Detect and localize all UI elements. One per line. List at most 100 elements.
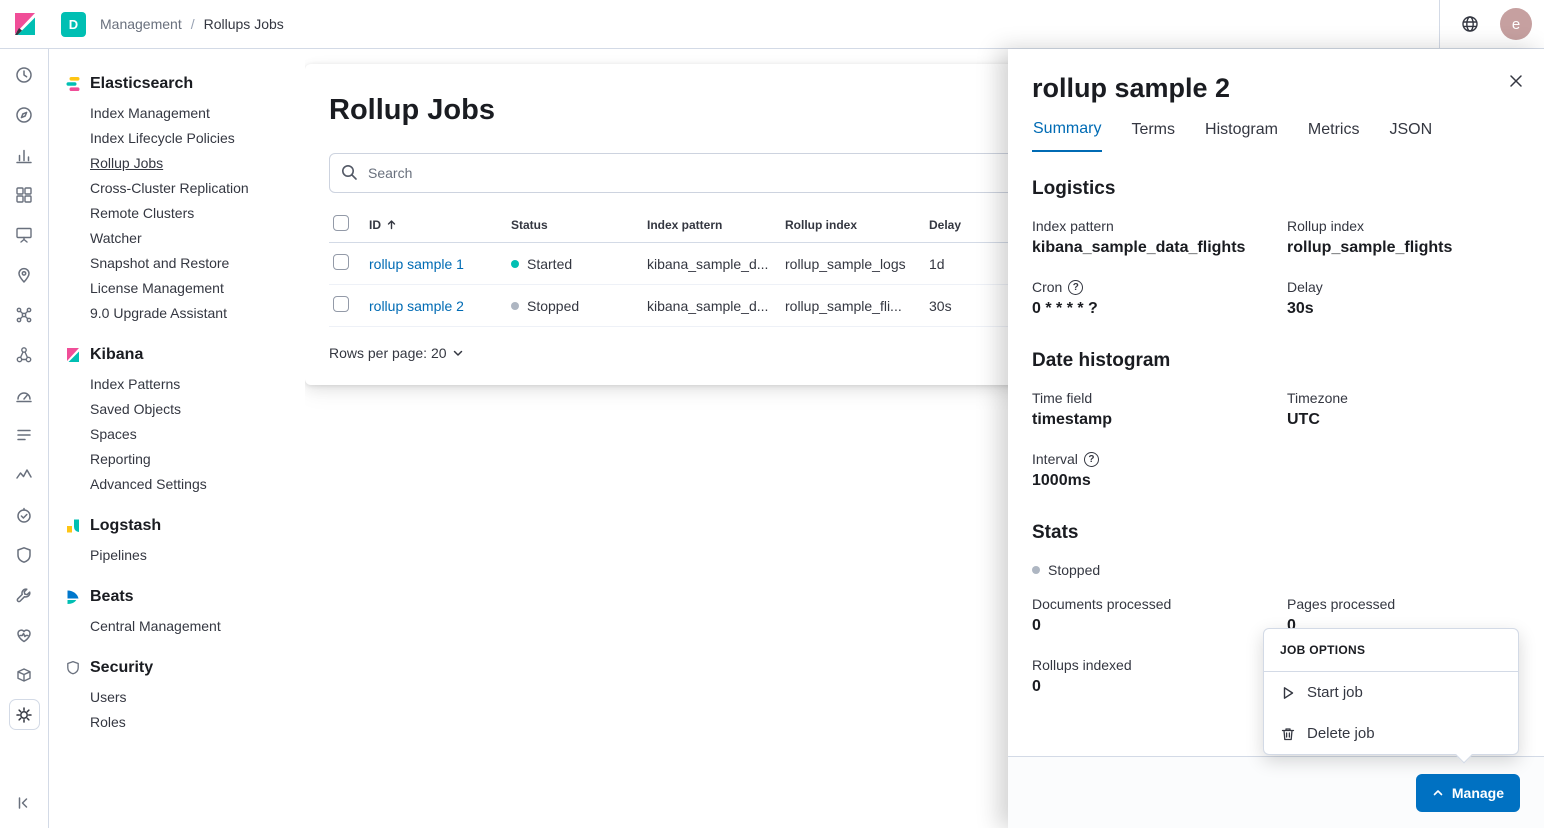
nav-item-rollup-jobs[interactable]: Rollup Jobs (90, 151, 297, 176)
security-app-icon[interactable] (9, 539, 40, 570)
field-value: rollup_sample_flights (1287, 239, 1453, 256)
nav-section-logstash: Logstash Pipelines (65, 507, 297, 568)
kibana-logo-icon (14, 13, 35, 35)
nav-item-license-management[interactable]: License Management (90, 276, 297, 301)
cron-help-icon[interactable]: ? (1068, 279, 1084, 295)
stats-status: Stopped (1032, 562, 1520, 578)
nav-item-saved-objects[interactable]: Saved Objects (90, 397, 297, 422)
logistics-grid: Index pattern kibana_sample_data_flights… (1032, 218, 1520, 318)
breadcrumb-management[interactable]: Management (100, 16, 182, 32)
field-label: Pages processed (1287, 596, 1396, 612)
graph-icon[interactable] (9, 339, 40, 370)
top-bar: D Management / Rollups Jobs e (0, 0, 1544, 49)
row-checkbox[interactable] (333, 254, 349, 270)
nav-item-snapshot-and-restore[interactable]: Snapshot and Restore (90, 251, 297, 276)
nav-item-central-management[interactable]: Central Management (90, 614, 297, 639)
tab-metrics[interactable]: Metrics (1307, 120, 1361, 152)
collapse-menu-icon[interactable] (9, 787, 40, 818)
date-histogram-grid: Time field timestamp Timezone UTC Interv… (1032, 390, 1520, 490)
maps-icon[interactable] (9, 259, 40, 290)
time-field-field: Time field timestamp (1032, 390, 1287, 429)
tab-json[interactable]: JSON (1388, 120, 1433, 152)
nav-item-spaces[interactable]: Spaces (90, 422, 297, 447)
select-all-checkbox[interactable] (333, 215, 349, 231)
space-badge[interactable]: D (61, 11, 86, 37)
nav-item-users[interactable]: Users (90, 685, 297, 710)
column-header-index-pattern[interactable]: Index pattern (647, 218, 785, 232)
delay-field: Delay 30s (1287, 279, 1520, 318)
logs-icon[interactable] (9, 419, 40, 450)
management-sidebar: Elasticsearch Index Management Index Lif… (49, 49, 305, 828)
column-header-rollup-index[interactable]: Rollup index (785, 218, 929, 232)
flyout-header: rollup sample 2 Summary Terms Histogram … (1008, 49, 1544, 152)
tab-histogram[interactable]: Histogram (1204, 120, 1279, 152)
nav-item-index-lifecycle-policies[interactable]: Index Lifecycle Policies (90, 126, 297, 151)
field-label: Rollup index (1287, 218, 1365, 234)
stack-management-gear-icon[interactable] (8, 699, 40, 730)
row-checkbox[interactable] (333, 296, 349, 312)
column-header-status[interactable]: Status (511, 218, 647, 232)
manage-button[interactable]: Manage (1415, 773, 1520, 812)
field-value: 0 (1032, 617, 1041, 634)
nav-item-index-patterns[interactable]: Index Patterns (90, 372, 297, 397)
top-bar-right: e (1439, 0, 1544, 48)
stack-monitoring-icon[interactable] (9, 619, 40, 650)
nav-section-label: Elasticsearch (90, 75, 194, 92)
uptime-icon[interactable] (9, 499, 40, 530)
job-link[interactable]: rollup sample 1 (369, 256, 464, 272)
column-header-id[interactable]: ID (369, 218, 511, 232)
rows-per-page-label: Rows per page: 20 (329, 345, 447, 361)
kibana-logo[interactable] (0, 0, 49, 48)
nav-item-reporting[interactable]: Reporting (90, 447, 297, 472)
start-job-button[interactable]: Start job (1264, 672, 1518, 713)
index-pattern-cell: kibana_sample_d... (647, 255, 769, 272)
avatar[interactable]: e (1500, 8, 1532, 40)
field-label: Rollups indexed (1032, 657, 1132, 673)
job-link[interactable]: rollup sample 2 (369, 298, 464, 314)
nav-item-pipelines[interactable]: Pipelines (90, 543, 297, 568)
field-label: Cron (1032, 279, 1063, 295)
tab-terms[interactable]: Terms (1130, 120, 1176, 152)
status-label: Started (527, 255, 573, 272)
nav-item-remote-clusters[interactable]: Remote Clusters (90, 201, 297, 226)
nav-section-beats: Beats Central Management (65, 578, 297, 639)
play-icon (1283, 686, 1294, 699)
nav-item-index-management[interactable]: Index Management (90, 101, 297, 126)
nav-item-upgrade-assistant[interactable]: 9.0 Upgrade Assistant (90, 301, 297, 326)
cron-field: Cron ? 0 * * * * ? (1032, 279, 1287, 318)
index-pattern-cell: kibana_sample_d... (647, 297, 769, 314)
manage-button-label: Manage (1451, 784, 1504, 801)
close-icon[interactable] (1504, 69, 1528, 93)
nav-section-elasticsearch: Elasticsearch Index Management Index Lif… (65, 65, 297, 326)
sort-ascending-icon (387, 220, 396, 230)
metrics-icon[interactable] (9, 379, 40, 410)
machine-learning-icon[interactable] (9, 299, 40, 330)
job-options-popup: JOB OPTIONS Start job Delete job (1263, 628, 1519, 764)
job-options-title: JOB OPTIONS (1264, 629, 1518, 672)
chevron-up-icon (1433, 789, 1443, 795)
logstash-logo-icon (67, 519, 79, 533)
nav-item-watcher[interactable]: Watcher (90, 226, 297, 251)
canvas-icon[interactable] (9, 219, 40, 250)
fleet-icon[interactable] (9, 659, 40, 690)
field-label: Timezone (1287, 390, 1348, 406)
nav-item-cross-cluster-replication[interactable]: Cross-Cluster Replication (90, 176, 297, 201)
recents-icon[interactable] (9, 59, 40, 90)
nav-item-roles[interactable]: Roles (90, 710, 297, 735)
apm-icon[interactable] (9, 459, 40, 490)
nav-section-title: Beats (65, 578, 297, 614)
nav-item-advanced-settings[interactable]: Advanced Settings (90, 472, 297, 497)
status-stopped-dot-icon (1032, 566, 1040, 574)
breadcrumb-separator: / (190, 16, 195, 32)
tab-summary[interactable]: Summary (1032, 120, 1103, 152)
rows-per-page-button[interactable]: Rows per page: 20 (329, 345, 464, 361)
security-shield-icon (67, 660, 79, 675)
interval-help-icon[interactable]: ? (1083, 451, 1099, 467)
discover-icon[interactable] (9, 99, 40, 130)
delete-job-button[interactable]: Delete job (1264, 713, 1518, 754)
dashboards-icon[interactable] (9, 179, 40, 210)
visualize-icon[interactable] (9, 139, 40, 170)
field-value: timestamp (1032, 411, 1113, 428)
dev-tools-icon[interactable] (9, 579, 40, 610)
help-globe-icon[interactable] (1456, 10, 1484, 38)
